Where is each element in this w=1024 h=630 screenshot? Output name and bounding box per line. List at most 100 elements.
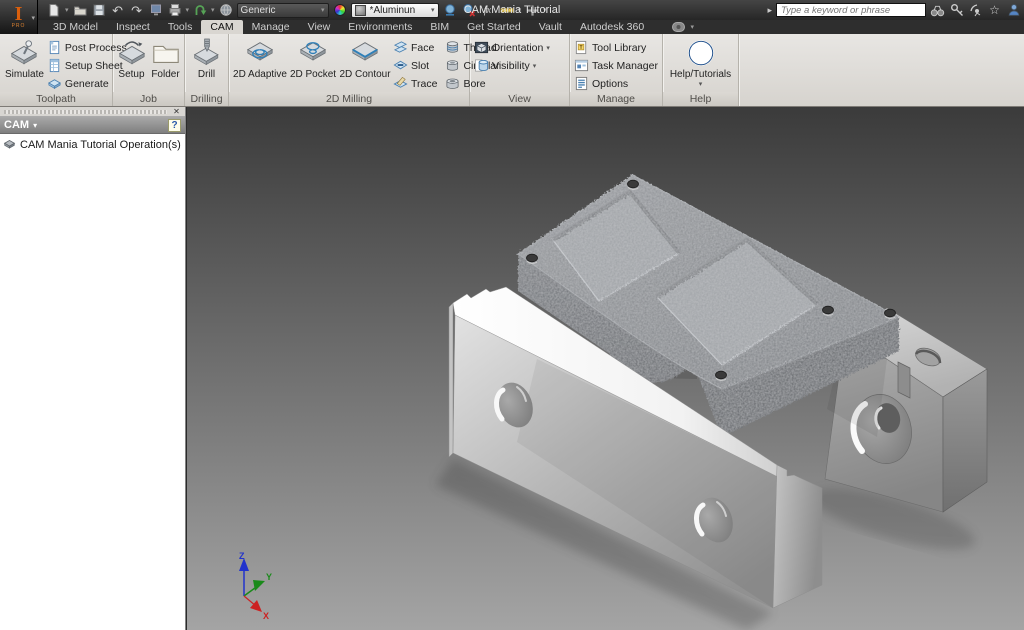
bore-icon [445, 76, 460, 91]
browser-header[interactable]: CAM ▾ ? [0, 117, 185, 134]
trace-icon [393, 76, 408, 91]
generate-icon [47, 76, 62, 91]
panel-label-2d-milling[interactable]: 2D Milling [229, 92, 469, 106]
panel-drilling: Drill Drilling [185, 34, 229, 106]
screen-icon [150, 4, 161, 16]
new-file-button[interactable] [46, 2, 62, 18]
tab-cam[interactable]: CAM [201, 20, 243, 34]
tab-view[interactable]: View [299, 20, 340, 34]
simulate-icon [9, 38, 39, 68]
open-folder-icon [73, 6, 87, 16]
local-update-button[interactable] [148, 2, 164, 18]
help-tutorials-button[interactable]: Help/Tutorials ▾ [668, 37, 734, 89]
panel-label-drilling[interactable]: Drilling [185, 92, 228, 106]
setup-button[interactable]: Setup [116, 37, 148, 81]
operations-node-icon [3, 138, 16, 151]
expand-arrow-icon[interactable]: ▸ [767, 5, 772, 16]
2d-pocket-button[interactable]: 2D Pocket [289, 37, 337, 81]
tab-environments[interactable]: Environments [339, 20, 421, 34]
panel-label-view[interactable]: View [470, 92, 569, 106]
key-icon [950, 4, 963, 16]
tab-3d-model[interactable]: 3D Model [44, 20, 107, 34]
trace-button[interactable]: Trace [393, 75, 437, 92]
tab-autodesk-360[interactable]: Autodesk 360 [571, 20, 653, 34]
new-file-caret[interactable]: ▾ [65, 6, 69, 14]
browser-close-button[interactable]: ✕ [171, 107, 182, 117]
2d-pocket-icon [298, 38, 328, 68]
open-button[interactable] [72, 2, 88, 18]
tab-vault[interactable]: Vault [530, 20, 571, 34]
2d-contour-button[interactable]: 2D Contour [339, 37, 391, 81]
panel-label-job[interactable]: Job [113, 92, 184, 106]
slot-button[interactable]: Slot [393, 57, 437, 74]
face-icon [393, 40, 408, 55]
print-caret[interactable]: ▾ [186, 6, 190, 14]
tab-tools[interactable]: Tools [159, 20, 202, 34]
task-manager-icon [574, 58, 589, 73]
help-search-input[interactable] [776, 3, 926, 17]
browser-title-caret[interactable]: ▾ [33, 121, 37, 130]
panel-toolpath: Simulate Post Process Setup Sheet Genera… [0, 34, 127, 106]
visibility-button[interactable]: Visibility ▾ [474, 57, 550, 74]
tree-item-operations[interactable]: CAM Mania Tutorial Operation(s) [3, 138, 182, 151]
simulate-button[interactable]: Simulate [4, 37, 45, 81]
orientation-button[interactable]: Orientation ▾ [474, 39, 550, 56]
subscription-button[interactable] [949, 3, 964, 18]
2d-adaptive-icon [245, 38, 275, 68]
panel-label-manage[interactable]: Manage [570, 92, 662, 106]
appearance-dropdown[interactable]: *Aluminun ▾ [350, 2, 439, 18]
color-wheel-icon[interactable] [332, 2, 348, 18]
panel-2d-milling: 2D Adaptive 2D Pocket 2D Contour Face Sl… [229, 34, 500, 106]
2d-contour-icon [350, 38, 380, 68]
print-icon [169, 4, 181, 16]
undo-button[interactable]: ↶ [110, 2, 126, 18]
search-button[interactable] [930, 3, 945, 18]
folder-button[interactable]: Folder [150, 37, 182, 81]
ribbon-tabs: 3D Model Inspect Tools CAM Manage View Environ… [0, 20, 1024, 34]
panel-job: Setup Folder Job [113, 34, 185, 106]
tab-manage[interactable]: Manage [243, 20, 299, 34]
2d-adaptive-button[interactable]: 2D Adaptive [233, 37, 287, 81]
window-title: CAM Mania Tutorial [463, 4, 561, 16]
options-button[interactable]: Options [574, 75, 658, 92]
panel-label-help[interactable]: Help [663, 92, 738, 106]
app-menu-caret: ▾ [31, 15, 35, 22]
tool-library-button[interactable]: Tool Library [574, 39, 658, 56]
tab-inspect[interactable]: Inspect [107, 20, 159, 34]
browser-grip[interactable]: ✕ [0, 107, 185, 117]
binoculars-icon [930, 5, 945, 16]
panel-label-toolpath[interactable]: Toolpath [0, 92, 112, 106]
return-button[interactable] [192, 2, 208, 18]
post-process-icon [47, 40, 62, 55]
appearance-swatch [354, 4, 366, 16]
adjust-icon [444, 4, 455, 16]
material-dropdown[interactable]: Generic ▾ [236, 2, 329, 18]
browser-help-button[interactable]: ? [168, 118, 181, 132]
tab-bim[interactable]: BIM [421, 20, 458, 34]
appearance-value: *Aluminun [369, 4, 416, 16]
model-viewport[interactable]: Z Y X [187, 107, 1024, 630]
visibility-icon [474, 58, 489, 73]
help-caret: ▾ [698, 81, 703, 88]
task-manager-button[interactable]: Task Manager [574, 57, 658, 74]
new-file-icon [49, 4, 59, 17]
tab-get-started[interactable]: Get Started [458, 20, 530, 34]
application-menu-button[interactable]: I PRO ▾ [0, 0, 38, 34]
drill-button[interactable]: Drill [190, 37, 224, 81]
redo-button[interactable]: ↷ [129, 2, 145, 18]
save-button[interactable] [91, 2, 107, 18]
save-icon [92, 4, 105, 16]
record-button[interactable]: ▾ [672, 20, 694, 34]
favorites-button[interactable]: ☆ [987, 3, 1002, 18]
print-button[interactable] [167, 2, 183, 18]
face-button[interactable]: Face [393, 39, 437, 56]
sign-in-button[interactable] [1006, 3, 1021, 18]
web-browser-button[interactable] [218, 2, 234, 18]
camera-icon [672, 22, 686, 32]
x-axis-label: X [263, 611, 269, 621]
return-caret[interactable]: ▾ [211, 6, 215, 14]
communication-center-button[interactable] [968, 3, 983, 18]
adjust-appearance-button[interactable] [442, 2, 458, 18]
panel-view: Orientation ▾ Visibility ▾ View [470, 34, 570, 106]
circular-icon [445, 58, 460, 73]
